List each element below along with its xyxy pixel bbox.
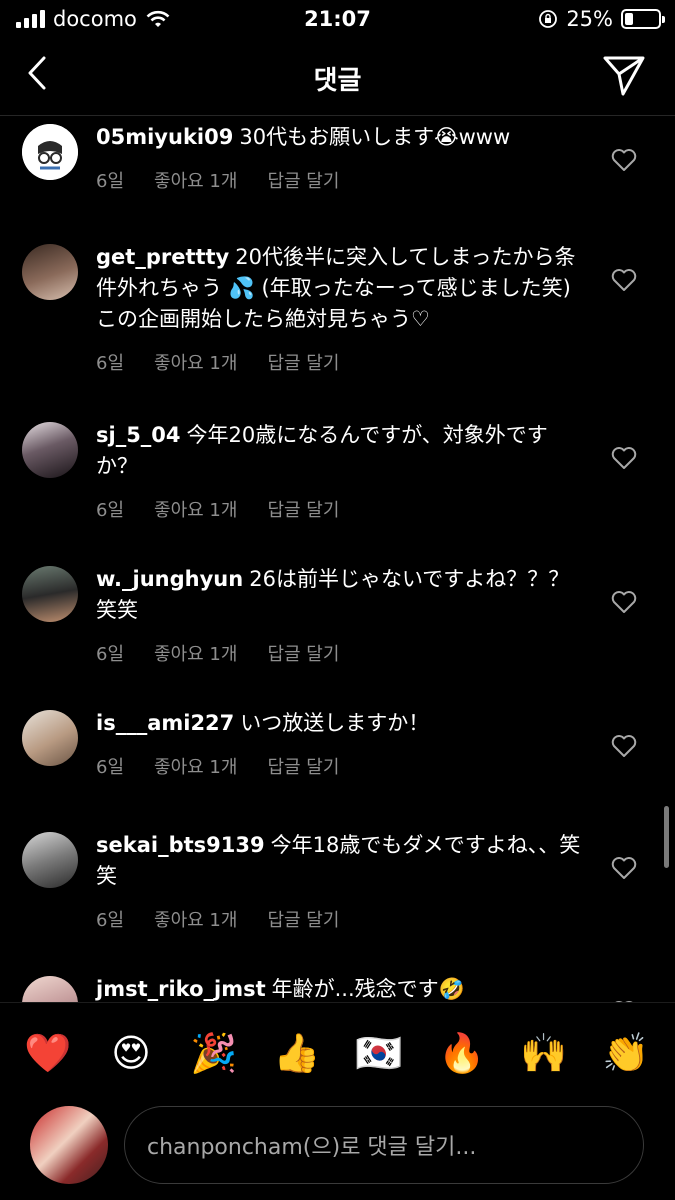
comment-time: 6일	[96, 353, 125, 374]
comment-meta: 6일 좋아요 1개 답글 달기	[96, 167, 588, 193]
comment-username[interactable]: jmst_riko_jmst	[96, 977, 266, 1001]
avatar[interactable]	[22, 124, 78, 180]
comment-text: 30代もお願いします😭www	[239, 125, 511, 149]
status-right: 25%	[538, 7, 665, 31]
heart-icon[interactable]	[611, 446, 637, 470]
heart-icon[interactable]	[611, 590, 637, 614]
comment-username[interactable]: sekai_bts9139	[96, 833, 265, 857]
heart-icon[interactable]	[611, 856, 637, 880]
heart-eyes-emoji-button[interactable]: 😍	[106, 1031, 156, 1075]
page-title: 댓글	[313, 66, 362, 96]
comment-meta: 6일 좋아요 1개 답글 달기	[96, 496, 588, 522]
comment-username[interactable]: get_prettty	[96, 245, 229, 269]
reply-button[interactable]: 답글 달기	[267, 753, 339, 779]
heart-icon[interactable]	[611, 148, 637, 172]
comment-username[interactable]: 05miyuki09	[96, 125, 233, 149]
comment-likes[interactable]: 좋아요 1개	[154, 753, 237, 779]
comment-time: 6일	[96, 171, 125, 192]
fire-emoji-button[interactable]: 🔥	[437, 1031, 487, 1075]
comment-meta: 6일 좋아요 1개 답글 달기	[96, 753, 588, 779]
comment-meta: 6일 좋아요 1개 답글 달기	[96, 640, 588, 666]
header: 댓글	[0, 40, 675, 116]
rotation-lock-icon	[539, 10, 558, 28]
comment-input-placeholder: chanponcham(으)로 댓글 달기...	[147, 1135, 477, 1160]
comment-likes[interactable]: 좋아요 1개	[154, 640, 237, 666]
comment-meta: 6일 좋아요 1개 답글 달기	[96, 349, 588, 375]
comment-composer: chanponcham(으)로 댓글 달기...	[0, 1098, 675, 1200]
comment-likes[interactable]: 좋아요 1개	[154, 349, 237, 375]
heart-icon[interactable]	[611, 734, 637, 758]
comment-username[interactable]: w._junghyun	[96, 567, 243, 591]
comment-likes[interactable]: 좋아요 1개	[154, 496, 237, 522]
comment-likes[interactable]: 좋아요 1개	[154, 167, 237, 193]
battery-level	[625, 13, 633, 25]
avatar[interactable]	[22, 832, 78, 888]
reply-button[interactable]: 답글 달기	[267, 906, 339, 932]
reply-button[interactable]: 답글 달기	[267, 167, 339, 193]
emoji-reaction-bar: ❤️ 😍 🎉 👍 🇰🇷 🔥 🙌 👏	[0, 1002, 675, 1098]
party-popper-emoji-button[interactable]: 🎉	[189, 1031, 239, 1075]
clapping-emoji-button[interactable]: 👏	[601, 1031, 651, 1075]
avatar[interactable]	[22, 566, 78, 622]
paper-plane-icon[interactable]	[601, 52, 647, 98]
reply-button[interactable]: 답글 달기	[267, 496, 339, 522]
avatar[interactable]	[22, 244, 78, 300]
comment-meta: 6일 좋아요 1개 답글 달기	[96, 906, 588, 932]
comment-input[interactable]: chanponcham(으)로 댓글 달기...	[124, 1106, 644, 1184]
avatar[interactable]	[22, 710, 78, 766]
comment-text: いつ放送しますか！	[240, 711, 430, 735]
comment-time: 6일	[96, 910, 125, 931]
raised-hands-emoji-button[interactable]: 🙌	[519, 1031, 569, 1075]
comment-time: 6일	[96, 757, 125, 778]
status-bar: docomo 21:07 25%	[0, 0, 675, 40]
scrollbar[interactable]	[664, 806, 669, 868]
korea-flag-emoji-button[interactable]: 🇰🇷	[354, 1031, 404, 1075]
reply-button[interactable]: 답글 달기	[267, 640, 339, 666]
avatar[interactable]	[22, 422, 78, 478]
comment-likes[interactable]: 좋아요 1개	[154, 906, 237, 932]
thumbs-up-emoji-button[interactable]: 👍	[272, 1031, 322, 1075]
comment-time: 6일	[96, 644, 125, 665]
comment-time: 6일	[96, 500, 125, 521]
comment-text: 年齢が...残念です🤣	[271, 977, 465, 1001]
reply-button[interactable]: 답글 달기	[267, 349, 339, 375]
avatar[interactable]	[22, 976, 78, 1002]
battery-percent: 25%	[566, 7, 613, 31]
comment-username[interactable]: sj_5_04	[96, 423, 181, 447]
comment-username[interactable]: is___ami227	[96, 711, 234, 735]
my-avatar	[30, 1106, 108, 1184]
comment-list[interactable]: 05miyuki09 30代もお願いします😭www 6일 좋아요 1개 답글 달기…	[0, 116, 675, 1002]
battery-icon	[621, 9, 665, 29]
heart-icon[interactable]	[611, 268, 637, 292]
heart-emoji-button[interactable]: ❤️	[23, 1031, 73, 1075]
